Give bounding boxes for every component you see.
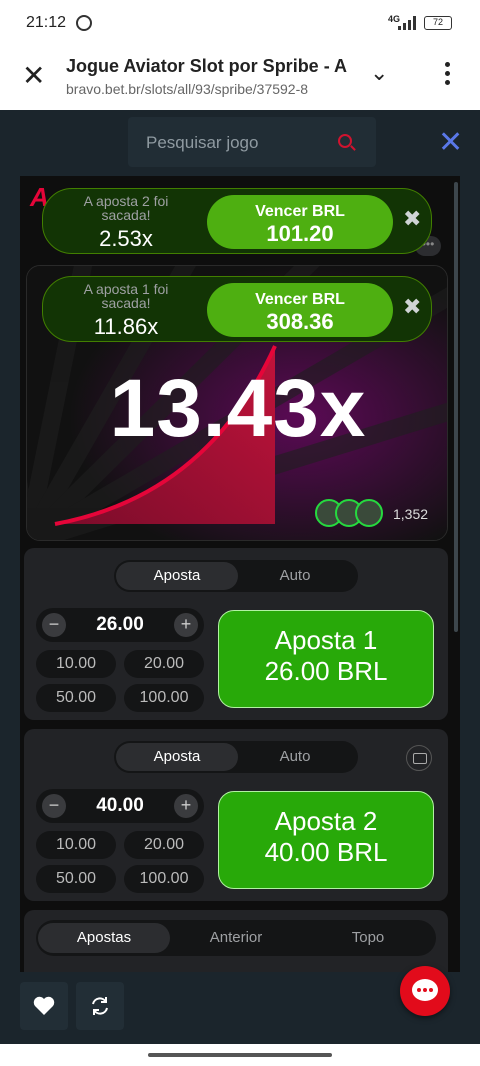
tab-aposta[interactable]: Aposta xyxy=(116,743,238,771)
page-url[interactable]: bravo.bet.br/slots/all/93/spribe/37592-8 xyxy=(66,81,348,97)
tab-auto[interactable]: Auto xyxy=(234,743,356,771)
bet-mode-tabs: Aposta Auto xyxy=(114,560,358,592)
players-online: 1,352 xyxy=(315,498,443,530)
search-placeholder: Pesquisar jogo xyxy=(146,133,259,152)
amount-stepper: − 40.00 + xyxy=(36,789,204,823)
close-icon[interactable]: ✖ xyxy=(403,296,421,318)
cashout-toast: A aposta 2 foi sacada! 2.53x Vencer BRL … xyxy=(42,188,432,254)
whatsapp-icon xyxy=(76,15,92,31)
close-tab-icon[interactable]: ✕ xyxy=(22,62,45,90)
tab-topo[interactable]: Topo xyxy=(302,923,434,953)
win-amount: 308.36 xyxy=(266,309,334,334)
close-icon[interactable]: ✖ xyxy=(403,208,421,230)
place-bet-button[interactable]: Aposta 1 26.00 BRL xyxy=(218,610,434,708)
win-badge: Vencer BRL 101.20 xyxy=(207,195,393,249)
page-title: Jogue Aviator Slot por Spribe - A xyxy=(66,56,348,76)
tab-aposta[interactable]: Aposta xyxy=(116,562,238,590)
decrease-button[interactable]: − xyxy=(42,613,66,637)
cashout-multiplier: 11.86x xyxy=(93,314,159,339)
quick-amount-button[interactable]: 10.00 xyxy=(36,650,116,678)
heart-icon xyxy=(33,996,55,1015)
remove-panel-icon[interactable] xyxy=(406,745,432,771)
tab-apostas[interactable]: Apostas xyxy=(38,923,170,953)
increase-button[interactable]: + xyxy=(174,613,198,637)
status-bar: 21:12 4G 72 xyxy=(0,0,480,48)
tab-anterior[interactable]: Anterior xyxy=(170,923,302,953)
quick-amount-button[interactable]: 10.00 xyxy=(36,831,116,859)
more-options-icon[interactable] xyxy=(440,62,454,88)
status-time: 21:12 xyxy=(26,14,67,31)
tab-auto[interactable]: Auto xyxy=(234,562,356,590)
quick-amount-button[interactable]: 20.00 xyxy=(124,650,204,678)
cashout-toast: A aposta 1 foi sacada! 11.86x Vencer BRL… xyxy=(42,276,432,342)
live-multiplier: 13.43x xyxy=(109,363,367,454)
win-label: Vencer BRL xyxy=(255,203,345,220)
search-input[interactable]: Pesquisar jogo xyxy=(128,117,376,167)
bet-button-label: Aposta 1 xyxy=(274,625,378,655)
win-label: Vencer BRL xyxy=(255,291,345,308)
player-avatar xyxy=(355,499,383,527)
chevron-down-icon[interactable]: ⌄ xyxy=(370,60,388,86)
browser-toolbar: ✕ Jogue Aviator Slot por Spribe - A brav… xyxy=(0,48,480,110)
signal-icon xyxy=(398,16,416,30)
home-gesture-bar[interactable] xyxy=(148,1053,332,1057)
battery-indicator: 72 xyxy=(424,16,452,30)
win-amount: 101.20 xyxy=(266,221,334,246)
place-bet-button[interactable]: Aposta 2 40.00 BRL xyxy=(218,791,434,889)
bet-panel-1: Aposta Auto − 26.00 + 10.00 20.00 50.00 … xyxy=(24,548,448,720)
increase-button[interactable]: + xyxy=(174,794,198,818)
bet-mode-tabs: Aposta Auto xyxy=(114,741,358,773)
bet-button-amount: 40.00 BRL xyxy=(264,837,388,867)
bet-button-amount: 26.00 BRL xyxy=(264,656,388,686)
quick-amount-button[interactable]: 100.00 xyxy=(124,684,204,712)
bet-button-label: Aposta 2 xyxy=(274,806,378,836)
favorite-button[interactable] xyxy=(20,982,68,1030)
scrollbar[interactable] xyxy=(454,182,458,632)
quick-amount-button[interactable]: 50.00 xyxy=(36,865,116,893)
refresh-icon xyxy=(92,997,108,1015)
reload-button[interactable] xyxy=(76,982,124,1030)
bet-panel-2: Aposta Auto − 40.00 + 10.00 20.00 50.00 … xyxy=(24,729,448,901)
cashout-message: A aposta 1 foi sacada! xyxy=(83,281,169,311)
win-badge: Vencer BRL 308.36 xyxy=(207,283,393,337)
players-count: 1,352 xyxy=(393,506,429,522)
system-nav-bar xyxy=(0,1044,480,1066)
bets-list-tabs: Apostas Anterior Topo xyxy=(36,920,436,956)
decrease-button[interactable]: − xyxy=(42,794,66,818)
quick-amount-button[interactable]: 50.00 xyxy=(36,684,116,712)
bets-list-panel: Apostas Anterior Topo xyxy=(24,910,448,972)
cashout-multiplier: 2.53x xyxy=(99,226,153,251)
chat-button[interactable] xyxy=(400,966,450,1016)
quick-amount-button[interactable]: 20.00 xyxy=(124,831,204,859)
bet-amount-input[interactable]: 26.00 xyxy=(66,614,174,636)
bet-amount-input[interactable]: 40.00 xyxy=(66,795,174,817)
amount-stepper: − 26.00 + xyxy=(36,608,204,642)
bottom-toolbar xyxy=(0,966,480,1044)
search-icon[interactable] xyxy=(338,134,352,148)
quick-amount-button[interactable]: 100.00 xyxy=(124,865,204,893)
cashout-message: A aposta 2 foi sacada! xyxy=(83,193,169,223)
close-game-icon[interactable]: ✕ xyxy=(438,128,463,158)
chat-icon xyxy=(412,979,438,1001)
